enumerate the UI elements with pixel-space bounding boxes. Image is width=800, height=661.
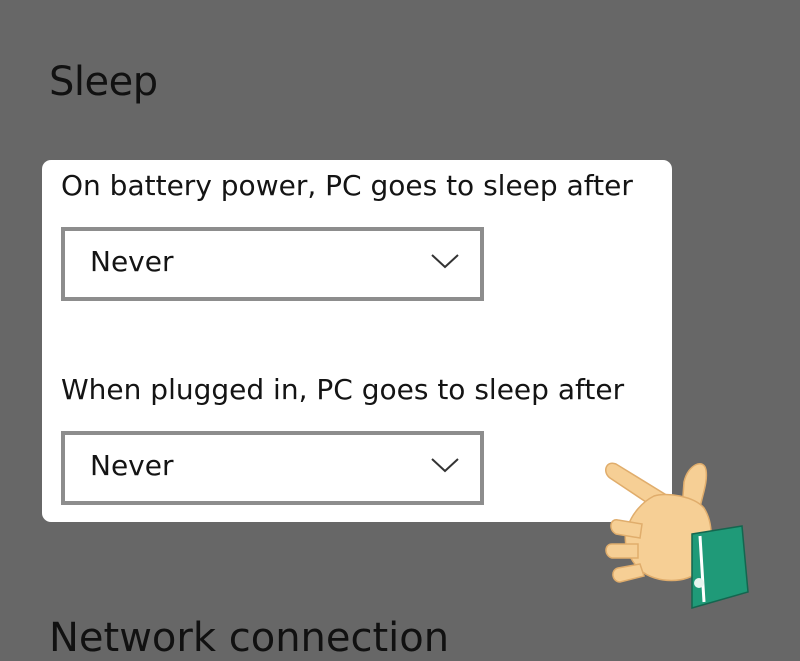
battery-sleep-value: Never: [90, 245, 174, 278]
pointing-hand-icon: [605, 462, 749, 609]
chevron-down-icon: [431, 458, 459, 473]
chevron-down-icon: [431, 254, 459, 269]
battery-sleep-dropdown[interactable]: Never: [61, 227, 484, 301]
sleep-settings-panel: On battery power, PC goes to sleep after…: [42, 160, 672, 522]
plugged-sleep-dropdown[interactable]: Never: [61, 431, 484, 505]
plugged-sleep-label: When plugged in, PC goes to sleep after: [61, 373, 625, 406]
section-title-sleep: Sleep: [49, 59, 158, 105]
section-title-network-connection: Network connection: [49, 615, 450, 661]
battery-sleep-label: On battery power, PC goes to sleep after: [61, 169, 633, 202]
plugged-sleep-value: Never: [90, 449, 174, 482]
